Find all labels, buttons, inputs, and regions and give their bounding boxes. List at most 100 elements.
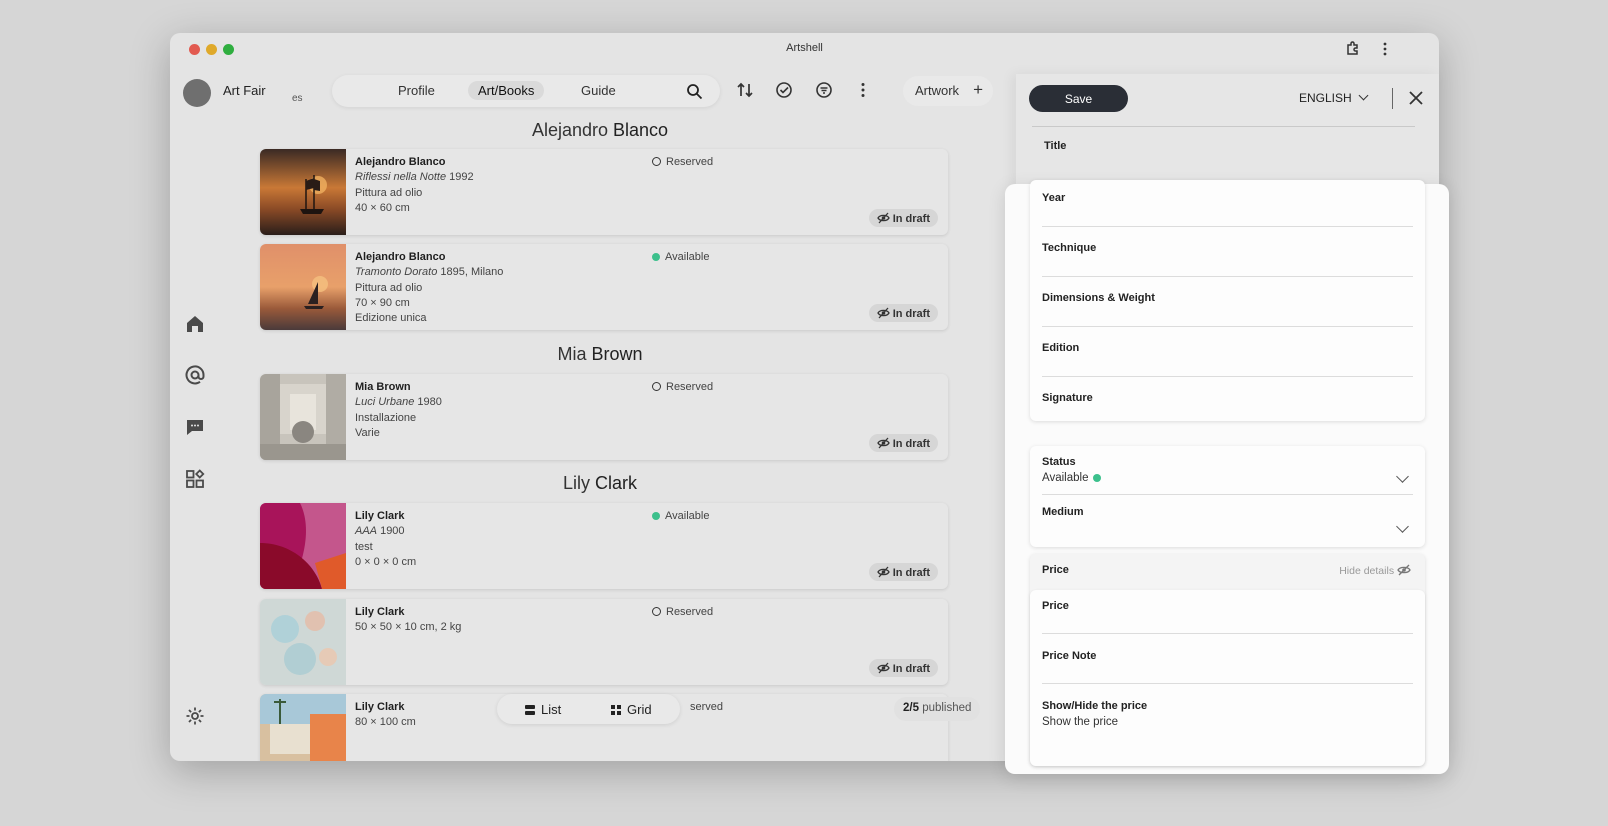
- list-view-button[interactable]: List: [525, 702, 561, 717]
- artwork-thumbnail: [260, 694, 346, 761]
- card-status: Reserved: [652, 606, 713, 618]
- card-technique: Pittura ad olio: [355, 282, 423, 294]
- available-dot: [652, 252, 660, 261]
- check-circle-icon[interactable]: [774, 80, 794, 100]
- card-status: served: [690, 701, 724, 713]
- technique-input[interactable]: [1042, 276, 1413, 277]
- chevron-down-icon: [1358, 90, 1369, 101]
- plus-icon: +: [973, 80, 983, 99]
- tab-guide[interactable]: Guide: [581, 83, 616, 98]
- published-count: 2/5 published: [894, 697, 981, 721]
- card-technique: test: [355, 541, 373, 553]
- artwork-card[interactable]: Alejandro Blanco Tramonto Dorato 1895, M…: [260, 244, 948, 330]
- card-title-line: AAA 1900: [355, 525, 405, 537]
- account-name[interactable]: Art Fair: [223, 83, 266, 98]
- card-technique: Installazione: [355, 412, 417, 424]
- card-artist: Lily Clark: [355, 701, 405, 713]
- view-toggle: List Grid: [497, 694, 680, 724]
- save-button[interactable]: Save: [1029, 85, 1128, 112]
- price-card: Price Hide details Price Price Note Show…: [1030, 554, 1425, 766]
- artwork-label: Artwork: [915, 83, 960, 98]
- available-dot: [652, 511, 660, 520]
- language-select[interactable]: ENGLISH: [1299, 90, 1369, 105]
- apps-icon[interactable]: [184, 468, 206, 490]
- artwork-thumbnail: [260, 149, 346, 235]
- draft-badge[interactable]: In draft: [868, 304, 938, 322]
- sort-icon[interactable]: [735, 80, 755, 100]
- dimensions-input[interactable]: [1042, 326, 1413, 327]
- account-subtitle: es: [292, 93, 303, 104]
- filter-icon[interactable]: [814, 80, 834, 100]
- card-status: Available: [652, 251, 709, 263]
- price-note-input[interactable]: [1042, 683, 1413, 684]
- card-title-line: Riflessi nella Notte 1992: [355, 171, 474, 183]
- home-icon[interactable]: [184, 313, 206, 335]
- hide-details-button[interactable]: Hide details: [1339, 564, 1411, 577]
- status-select[interactable]: Available: [1042, 472, 1106, 484]
- price-section-label: Price: [1042, 564, 1069, 576]
- tab-profile[interactable]: Profile: [398, 83, 435, 98]
- card-title-line: Tramonto Dorato 1895, Milano: [355, 266, 504, 278]
- edition-label: Edition: [1042, 342, 1080, 354]
- available-dot: [1093, 473, 1102, 482]
- more-options-icon[interactable]: [853, 80, 873, 100]
- group-title: Lily Clark: [562, 473, 638, 493]
- eye-off-icon: [876, 212, 890, 224]
- eye-off-icon: [876, 437, 890, 449]
- divider: [1392, 88, 1393, 109]
- status-card: Status Available Medium: [1030, 446, 1425, 547]
- price-input[interactable]: [1042, 633, 1413, 634]
- clock-icon: [652, 607, 661, 616]
- eye-off-icon: [876, 566, 890, 578]
- tab-art-books[interactable]: Art/Books: [468, 81, 545, 100]
- artwork-card[interactable]: Alejandro Blanco Riflessi nella Notte 19…: [260, 149, 948, 235]
- card-artist: Alejandro Blanco: [355, 156, 446, 168]
- card-edition: Edizione unica: [355, 312, 427, 324]
- group-title: Alejandro Blanco: [531, 120, 669, 140]
- chevron-down-icon[interactable]: [1396, 520, 1409, 533]
- add-artwork-button[interactable]: Artwork +: [903, 76, 993, 106]
- artwork-thumbnail: [260, 503, 346, 589]
- price-fields: Price Price Note Show/Hide the price Sho…: [1030, 590, 1425, 766]
- settings-gear-icon[interactable]: [184, 705, 206, 727]
- more-vertical-icon[interactable]: [1376, 40, 1394, 58]
- at-icon[interactable]: [184, 364, 206, 386]
- artwork-thumbnail: [260, 374, 346, 460]
- dimensions-label: Dimensions & Weight: [1042, 292, 1155, 304]
- draft-badge[interactable]: In draft: [868, 434, 938, 452]
- card-artist: Lily Clark: [355, 606, 405, 618]
- show-hide-price-select[interactable]: Show the price: [1042, 716, 1118, 728]
- card-technique: Pittura ad olio: [355, 187, 423, 199]
- extension-icon[interactable]: [1344, 40, 1362, 58]
- draft-badge[interactable]: In draft: [868, 659, 938, 677]
- card-dimensions: 70 × 90 cm: [355, 297, 410, 309]
- artwork-card[interactable]: Lily Clark 50 × 50 × 10 cm, 2 kg Reserve…: [260, 599, 948, 685]
- artwork-card[interactable]: Lily Clark AAA 1900 test 0 × 0 × 0 cm Av…: [260, 503, 948, 589]
- close-icon[interactable]: [1406, 88, 1426, 108]
- card-title-line: Luci Urbane 1980: [355, 396, 442, 408]
- eye-off-icon: [876, 662, 890, 674]
- avatar[interactable]: [183, 79, 211, 107]
- card-dimensions: 0 × 0 × 0 cm: [355, 556, 417, 568]
- title-label: Title: [1044, 140, 1067, 152]
- card-status: Available: [652, 510, 709, 522]
- year-input[interactable]: [1042, 226, 1413, 227]
- chevron-down-icon[interactable]: [1396, 470, 1409, 483]
- draft-badge[interactable]: In draft: [868, 209, 938, 227]
- grid-view-button[interactable]: Grid: [611, 702, 652, 717]
- edition-input[interactable]: [1042, 376, 1413, 377]
- window-title: Artshell: [786, 42, 823, 54]
- card-artist: Mia Brown: [355, 381, 411, 393]
- signature-label: Signature: [1042, 392, 1093, 404]
- search-icon[interactable]: [686, 83, 703, 100]
- divider: [1042, 494, 1413, 495]
- list-icon: [525, 705, 535, 715]
- artwork-card[interactable]: Mia Brown Luci Urbane 1980 Installazione…: [260, 374, 948, 460]
- card-dimensions: 80 × 100 cm: [355, 716, 416, 728]
- main-nav: Profile Art/Books Guide: [332, 75, 720, 107]
- chat-icon[interactable]: [184, 416, 206, 438]
- card-status: Reserved: [652, 156, 713, 168]
- draft-badge[interactable]: In draft: [868, 563, 938, 581]
- card-dimensions: 50 × 50 × 10 cm, 2 kg: [355, 621, 462, 633]
- price-note-label: Price Note: [1042, 650, 1097, 662]
